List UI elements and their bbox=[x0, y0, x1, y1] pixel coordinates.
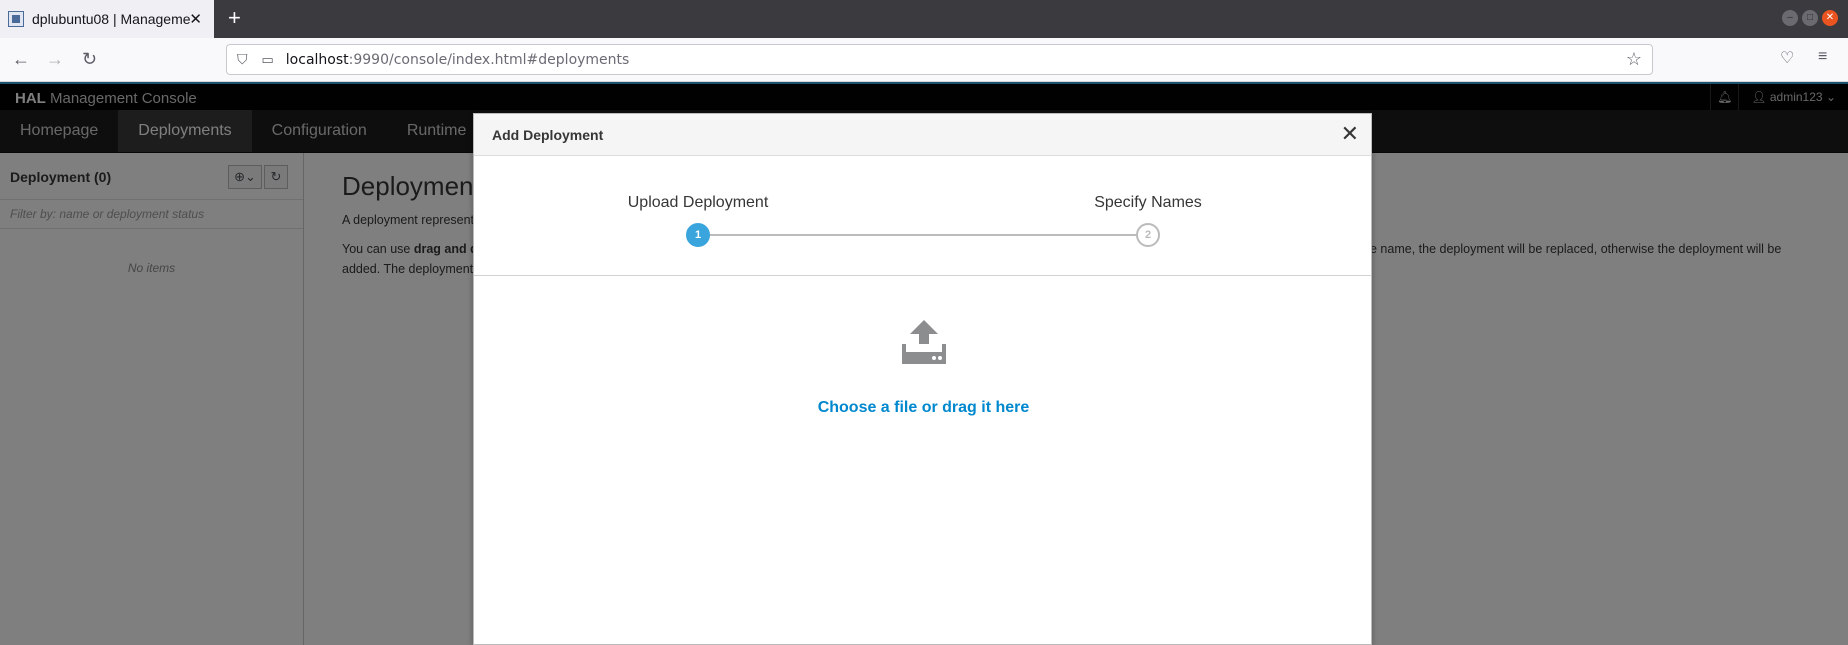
wizard-steps: Upload Deployment 1 Specify Names 2 bbox=[474, 156, 1371, 276]
browser-tab-bar: dplubuntu08 | Manageme ✕ + – □ ✕ bbox=[0, 0, 1848, 38]
minimize-icon[interactable]: – bbox=[1782, 10, 1798, 26]
upload-icon[interactable] bbox=[474, 320, 1373, 369]
wizard-step-line bbox=[698, 234, 1148, 236]
maximize-icon[interactable]: □ bbox=[1802, 10, 1818, 26]
url-bar[interactable]: ⛉ ▭ localhost:9990/console/index.html#de… bbox=[226, 44, 1653, 75]
shield-icon[interactable]: ⛉ bbox=[237, 51, 248, 68]
choose-file-link[interactable]: Choose a file or drag it here bbox=[474, 399, 1373, 417]
window-close-icon[interactable]: ✕ bbox=[1822, 10, 1838, 26]
reload-icon[interactable]: ↻ bbox=[82, 48, 97, 70]
modal-title: Add Deployment bbox=[492, 127, 604, 143]
tab-close-icon[interactable]: ✕ bbox=[189, 10, 202, 28]
bookmark-star-icon[interactable]: ☆ bbox=[1626, 49, 1642, 70]
forward-icon[interactable]: → bbox=[46, 48, 64, 70]
step-names-label: Specify Names bbox=[1094, 194, 1202, 211]
browser-tab[interactable]: dplubuntu08 | Manageme ✕ bbox=[0, 0, 214, 38]
step-1-indicator[interactable]: 1 bbox=[686, 223, 710, 247]
back-icon[interactable]: ← bbox=[12, 48, 30, 70]
tab-title: dplubuntu08 | Manageme bbox=[32, 11, 191, 27]
page-info-icon[interactable]: ▭ bbox=[262, 52, 274, 68]
browser-navbar: ← → ↻ ⛉ ▭ localhost:9990/console/index.h… bbox=[0, 38, 1848, 82]
step-upload-label: Upload Deployment bbox=[627, 194, 769, 211]
step-2-indicator[interactable]: 2 bbox=[1136, 223, 1160, 247]
url-text: localhost:9990/console/index.html#deploy… bbox=[285, 51, 630, 68]
pocket-icon[interactable]: ♡ bbox=[1780, 48, 1794, 68]
favicon-icon bbox=[8, 11, 24, 27]
new-tab-icon[interactable]: + bbox=[228, 6, 241, 30]
upload-dropzone[interactable]: Choose a file or drag it here bbox=[474, 276, 1373, 417]
close-icon[interactable]: ✕ bbox=[1341, 121, 1359, 147]
window-controls: – □ ✕ bbox=[1782, 10, 1838, 26]
add-deployment-modal: Add Deployment ✕ Upload Deployment 1 Spe… bbox=[473, 113, 1372, 645]
menu-icon[interactable]: ≡ bbox=[1818, 48, 1827, 66]
